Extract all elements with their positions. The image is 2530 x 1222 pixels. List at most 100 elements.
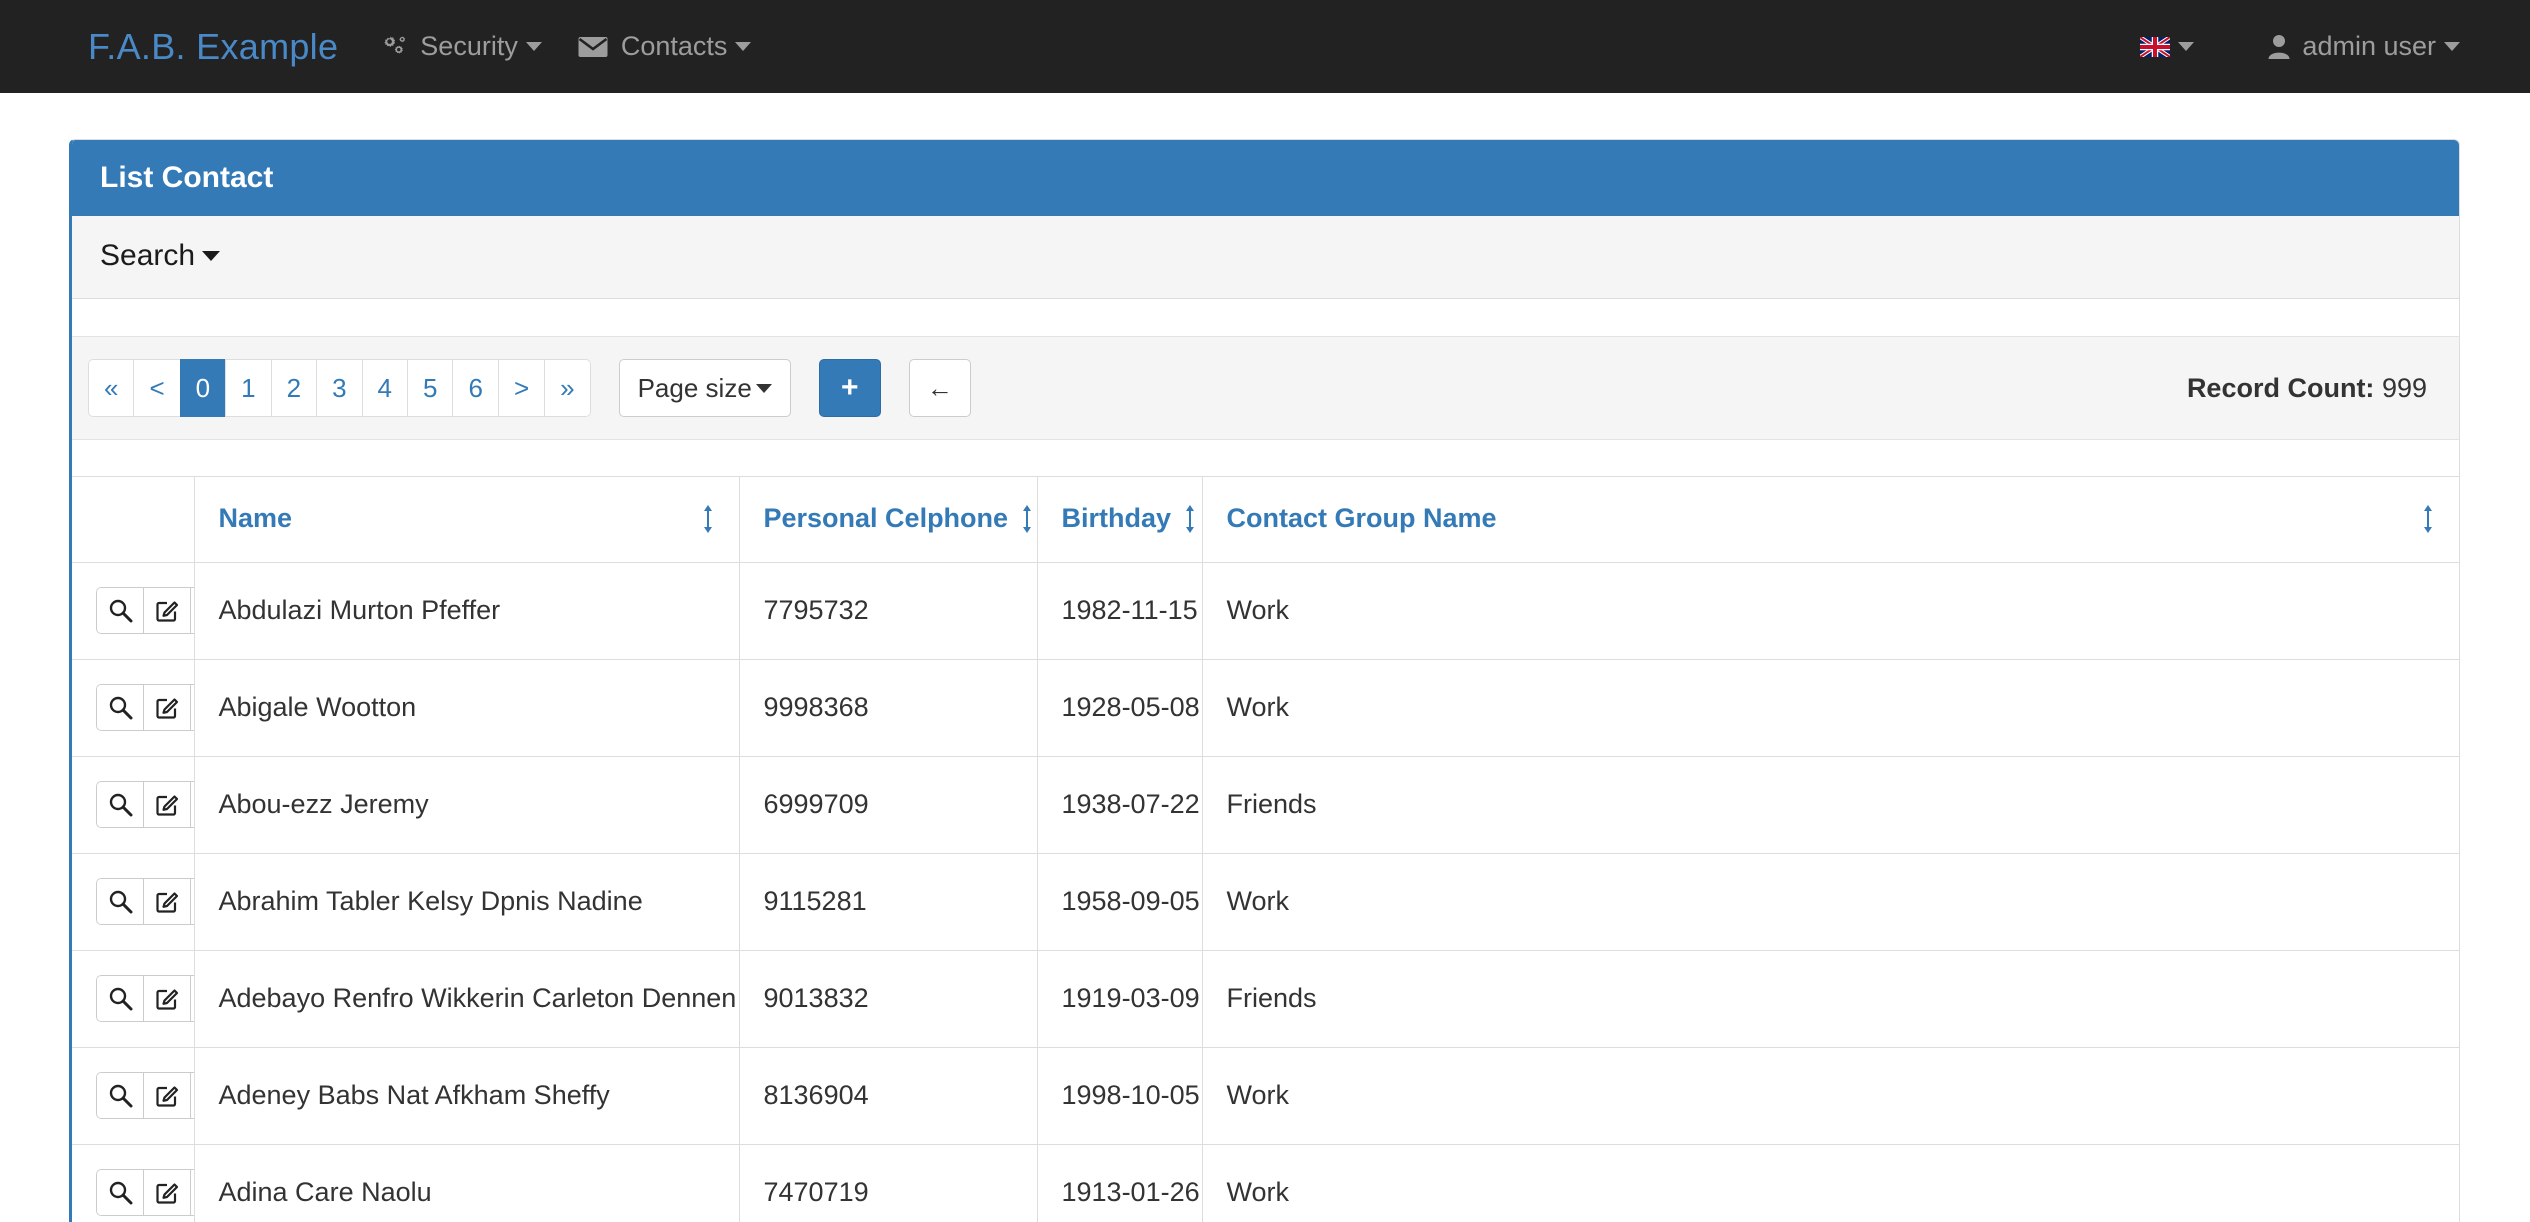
row-group-cell: Work: [1202, 1144, 2459, 1222]
language-selector[interactable]: [2140, 36, 2195, 57]
column-header-birthday[interactable]: Birthday: [1037, 476, 1203, 563]
table-header-row: Name Personal Celphone Birthday Contact …: [72, 476, 2459, 563]
edit-record-button[interactable]: [143, 1072, 190, 1119]
back-button[interactable]: ←: [908, 359, 971, 417]
pagination-page-4[interactable]: 4: [361, 359, 407, 417]
cogs-icon: [380, 34, 407, 59]
show-record-button[interactable]: [96, 1169, 143, 1216]
pagination-page-5[interactable]: 5: [407, 359, 453, 417]
column-header-name[interactable]: Name: [194, 476, 740, 563]
row-birthday-cell: 1928-05-08: [1037, 659, 1203, 757]
edit-square-icon: [155, 1180, 180, 1205]
edit-square-icon: [155, 889, 180, 914]
show-record-button[interactable]: [96, 684, 143, 731]
delete-record-button[interactable]: [190, 781, 193, 828]
edit-record-button[interactable]: [143, 781, 190, 828]
table-head: Name Personal Celphone Birthday Contact …: [72, 476, 2459, 563]
column-header-group-label: Contact Group Name: [1226, 503, 1497, 533]
user-menu[interactable]: admin user: [2268, 31, 2460, 62]
show-record-button[interactable]: [96, 781, 143, 828]
pagination-page-0[interactable]: 0: [179, 359, 226, 417]
pagination-page-2[interactable]: 2: [270, 359, 317, 417]
edit-record-button[interactable]: [143, 878, 190, 925]
add-record-button[interactable]: +: [818, 359, 881, 417]
row-actions-cell: [72, 659, 195, 757]
delete-record-button[interactable]: [190, 878, 193, 925]
magnifier-icon: [108, 598, 133, 623]
user-icon: [2268, 34, 2290, 59]
pagination-page-1[interactable]: 1: [225, 359, 271, 417]
row-phone-cell: 7470719: [739, 1144, 1038, 1222]
pagination-next[interactable]: >: [497, 359, 545, 417]
delete-record-button[interactable]: [190, 975, 193, 1022]
column-header-group[interactable]: Contact Group Name: [1202, 476, 2459, 563]
row-group-cell: Work: [1202, 853, 2459, 951]
pagination-prev[interactable]: <: [133, 359, 180, 417]
row-group-cell: Work: [1202, 562, 2459, 660]
row-group-cell: Work: [1202, 1047, 2459, 1145]
table-row: Adeney Babs Nat Afkham Sheffy 8136904 1998…: [72, 1047, 2459, 1145]
pagination: «<0 1 2 3 4 5 6 >»: [88, 359, 591, 417]
delete-record-button[interactable]: [190, 587, 193, 634]
edit-square-icon: [155, 792, 180, 817]
edit-square-icon: [155, 1083, 180, 1108]
edit-record-button[interactable]: [143, 587, 190, 634]
edit-square-icon: [155, 598, 180, 623]
row-actions-cell: [72, 756, 195, 854]
record-count: Record Count: 999: [2187, 373, 2431, 404]
chevron-down-icon: [2178, 42, 2195, 51]
nav-menu-security[interactable]: Security: [380, 31, 542, 62]
pagination-page-3[interactable]: 3: [316, 359, 362, 417]
page-size-dropdown[interactable]: Page size: [618, 359, 791, 417]
list-contact-panel: List Contact Search «<0 1 2 3 4 5 6 >» Page siz…: [69, 139, 2460, 1222]
delete-record-button[interactable]: [190, 1169, 193, 1216]
row-group-cell: Work: [1202, 659, 2459, 757]
nav-menu-security-label: Security: [420, 31, 518, 61]
column-header-phone[interactable]: Personal Celphone: [739, 476, 1038, 563]
row-phone-cell: 9998368: [739, 659, 1038, 757]
magnifier-icon: [108, 1083, 133, 1108]
row-name-cell: Abou-ezz Jeremy: [194, 756, 740, 854]
magnifier-icon: [108, 792, 133, 817]
pagination-page-6[interactable]: 6: [452, 359, 498, 417]
nav-menu-contacts[interactable]: Contacts: [578, 31, 752, 62]
search-bar: Search: [72, 216, 2459, 299]
list-toolbar: «<0 1 2 3 4 5 6 >» Page size + ← Record Count: …: [72, 336, 2459, 440]
row-action-group: [96, 1072, 193, 1119]
row-actions-cell: [72, 950, 195, 1048]
row-action-group: [96, 781, 193, 828]
row-name-cell: Adeney Babs Nat Afkham Sheffy: [194, 1047, 740, 1145]
delete-record-button[interactable]: [190, 684, 193, 731]
envelope-icon: [578, 36, 608, 58]
sort-icon: [1183, 504, 1197, 534]
pagination-first[interactable]: «: [88, 359, 134, 417]
pagination-last[interactable]: »: [544, 359, 591, 417]
show-record-button[interactable]: [96, 587, 143, 634]
column-header-name-label: Name: [218, 503, 293, 533]
show-record-button[interactable]: [96, 975, 143, 1022]
chevron-down-icon: [735, 42, 752, 51]
row-actions-cell: [72, 1144, 195, 1222]
row-actions-cell: [72, 562, 195, 660]
table-row: Abdulazi Murton Pfeffer 7795732 1982-11-15…: [72, 562, 2459, 660]
row-birthday-cell: 1919-03-09: [1037, 950, 1203, 1048]
magnifier-icon: [108, 1180, 133, 1205]
page-container: List Contact Search «<0 1 2 3 4 5 6 >» Page siz…: [0, 93, 2530, 1222]
edit-record-button[interactable]: [143, 975, 190, 1022]
edit-square-icon: [155, 695, 180, 720]
search-toggle[interactable]: Search: [100, 239, 221, 273]
row-phone-cell: 9013832: [739, 950, 1038, 1048]
edit-record-button[interactable]: [143, 684, 190, 731]
brand-link[interactable]: F.A.B. Example: [88, 26, 338, 68]
chevron-down-icon: [2444, 42, 2460, 51]
table-row: Adebayo Renfro Wikkerin Carleton Dennen 9…: [72, 950, 2459, 1048]
row-name-cell: Abdulazi Murton Pfeffer: [194, 562, 740, 660]
column-header-phone-label: Personal Celphone: [763, 503, 1009, 533]
edit-record-button[interactable]: [143, 1169, 190, 1216]
delete-record-button[interactable]: [190, 1072, 193, 1119]
row-action-group: [96, 878, 193, 925]
show-record-button[interactable]: [96, 878, 143, 925]
row-actions-cell: [72, 853, 195, 951]
show-record-button[interactable]: [96, 1072, 143, 1119]
row-phone-cell: 9115281: [739, 853, 1038, 951]
